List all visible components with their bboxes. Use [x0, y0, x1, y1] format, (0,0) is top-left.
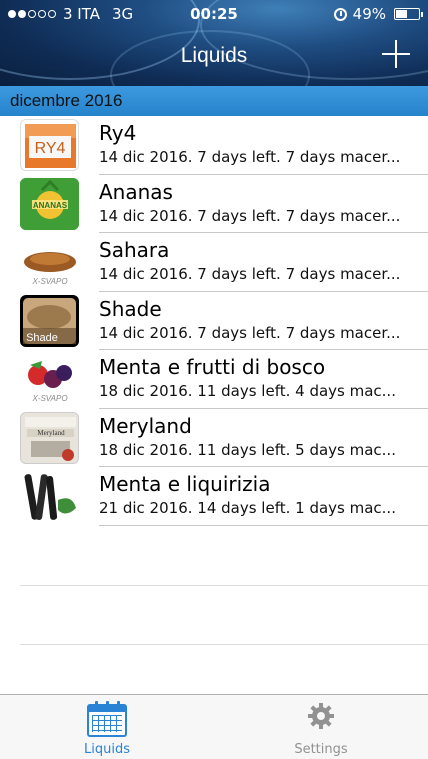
liquid-name: Ry4: [99, 121, 137, 145]
page-title: Liquids: [180, 44, 248, 67]
list-item[interactable]: ANANAS Ananas 14 dic 2016. 7 days left. …: [0, 175, 428, 234]
liquid-thumbnail: RY4: [20, 119, 79, 171]
liquid-detail: 21 dic 2016. 14 days left. 1 days mac...: [99, 499, 396, 517]
empty-row-separator: [20, 585, 428, 586]
list-item[interactable]: Menta e liquirizia 21 dic 2016. 14 days …: [0, 467, 428, 526]
liquid-name: Menta e frutti di bosco: [99, 355, 326, 379]
liquid-detail: 14 dic 2016. 7 days left. 7 days macer..…: [99, 148, 401, 166]
thumbnail-label: ANANAS: [33, 201, 68, 210]
thumbnail-label: RY4: [35, 140, 66, 157]
thumbnail-label: X-SVAPO: [31, 277, 67, 286]
calendar-icon: [87, 701, 127, 737]
thumbnail-label: Shade: [26, 332, 58, 344]
liquid-name: Ananas: [99, 179, 173, 204]
alarm-icon: [333, 7, 347, 21]
add-liquid-button[interactable]: [382, 40, 410, 68]
battery-percentage: 49%: [352, 5, 386, 23]
liquid-name: Sahara: [99, 238, 170, 262]
tab-settings[interactable]: Settings: [214, 695, 428, 759]
list-item[interactable]: Shade Shade 14 dic 2016. 7 days left. 7 …: [0, 292, 428, 351]
empty-row-separator: [20, 644, 428, 645]
liquid-detail: 18 dic 2016. 11 days left. 4 days mac...: [99, 382, 396, 400]
list-item[interactable]: X-SVAPO Menta e frutti di bosco 18 dic 2…: [0, 350, 428, 409]
tab-liquids[interactable]: Liquids: [0, 695, 214, 759]
tab-bar: Liquids Settings: [0, 694, 428, 759]
liquid-detail: 18 dic 2016. 11 days left. 5 days mac...: [99, 440, 396, 459]
liquid-thumbnail: Shade: [20, 294, 79, 347]
liquid-thumbnail: X-SVAPO: [20, 236, 79, 288]
section-header: dicembre 2016: [0, 86, 428, 116]
liquid-detail: 14 dic 2016. 7 days left. 7 days macer..…: [99, 265, 401, 283]
liquid-thumbnail: X-SVAPO: [20, 353, 79, 405]
list-item[interactable]: RY4 Ry4 14 dic 2016. 7 days left. 7 days…: [0, 116, 428, 175]
liquid-thumbnail: [20, 470, 79, 522]
liquid-name: Meryland: [99, 413, 192, 438]
thumbnail-label: Meryland: [37, 429, 65, 437]
liquid-name: Menta e liquirizia: [99, 472, 271, 496]
gear-icon: [308, 703, 334, 729]
list-item[interactable]: Meryland Meryland 18 dic 2016. 11 days l…: [0, 409, 428, 468]
liquid-detail: 14 dic 2016. 7 days left. 7 days macer..…: [99, 206, 401, 225]
status-bar: 3 ITA 3G 00:25 49%: [0, 0, 428, 28]
tab-label: Liquids: [84, 742, 130, 757]
battery-icon: [394, 8, 423, 20]
liquid-name: Shade: [99, 296, 162, 321]
thumbnail-label: X-SVAPO: [31, 394, 67, 403]
liquid-thumbnail: ANANAS: [20, 177, 79, 230]
liquid-thumbnail: Meryland: [20, 411, 79, 464]
liquids-list: RY4 Ry4 14 dic 2016. 7 days left. 7 days…: [0, 116, 428, 526]
liquid-detail: 14 dic 2016. 7 days left. 7 days macer..…: [99, 323, 401, 342]
list-item[interactable]: X-SVAPO Sahara 14 dic 2016. 7 days left.…: [0, 233, 428, 292]
tab-label: Settings: [294, 742, 348, 757]
navigation-header: 3 ITA 3G 00:25 49% Liquids: [0, 0, 428, 86]
